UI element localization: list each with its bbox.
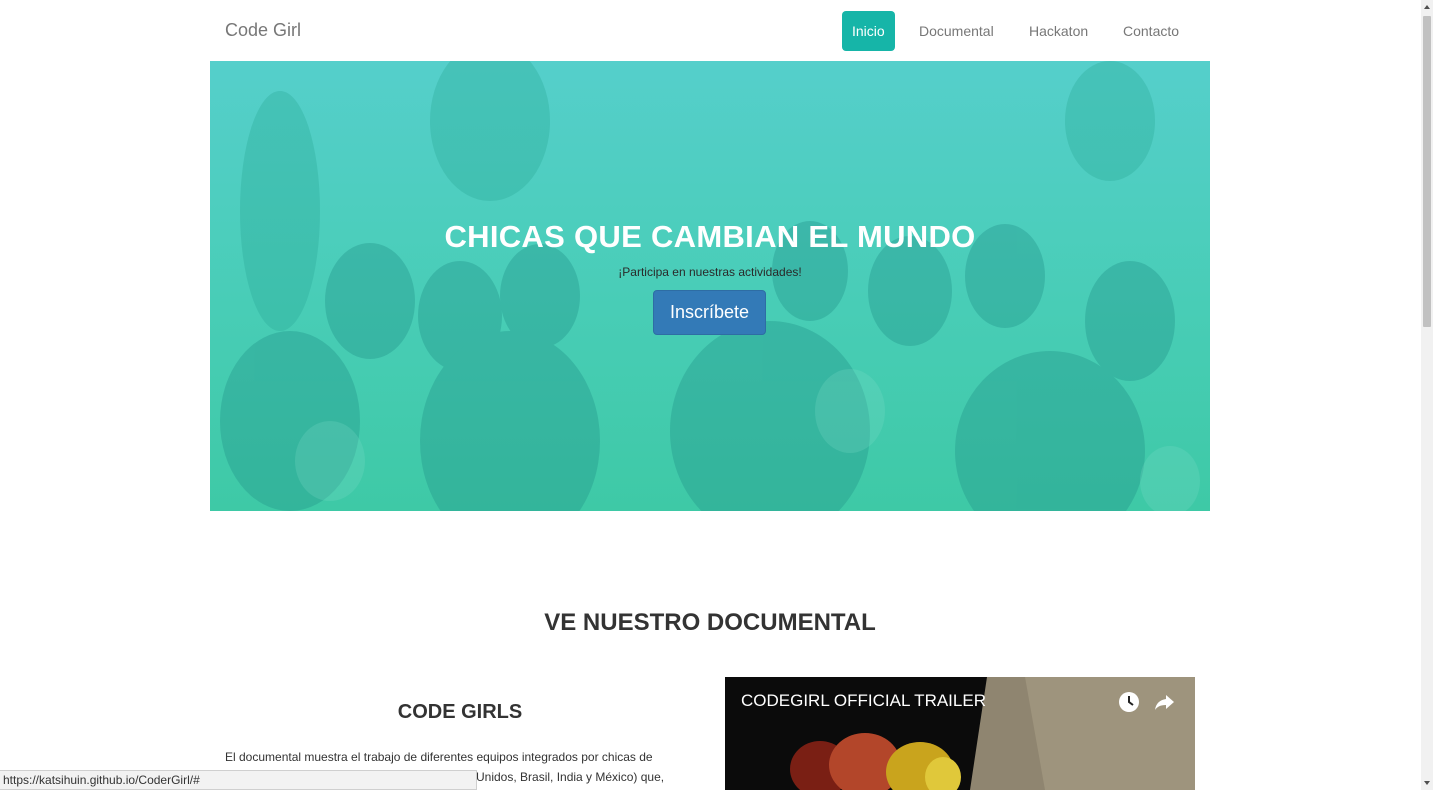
share-icon[interactable]: [1153, 691, 1175, 713]
documentary-text-line-1: El documental muestra el trabajo de dife…: [225, 750, 653, 764]
status-bar-url: https://katsihuin.github.io/CoderGirl/#: [0, 770, 477, 790]
scroll-up-arrow-icon[interactable]: [1421, 0, 1433, 14]
page: Code Girl Inicio Documental Hackaton Con…: [0, 0, 1421, 790]
nav-item-hackaton[interactable]: Hackaton: [1019, 11, 1098, 51]
hero-title: CHICAS QUE CAMBIAN EL MUNDO: [444, 219, 976, 254]
video-player[interactable]: CODEGIRL OFFICIAL TRAILER: [725, 677, 1195, 790]
brand-link[interactable]: Code Girl: [225, 20, 301, 41]
hero-banner: CHICAS QUE CAMBIAN EL MUNDO ¡Participa e…: [210, 61, 1210, 511]
nav-item-inicio[interactable]: Inicio: [842, 11, 895, 51]
documentary-heading: CODE GIRLS: [397, 701, 523, 723]
hero-background-image: [220, 61, 1200, 511]
nav-item-contacto[interactable]: Contacto: [1113, 11, 1189, 51]
nav-item-documental[interactable]: Documental: [909, 11, 1004, 51]
vertical-scrollbar[interactable]: [1421, 0, 1433, 790]
hero-subtitle: ¡Participa en nuestras actividades!: [618, 265, 802, 279]
clock-icon[interactable]: [1118, 691, 1140, 713]
signup-button[interactable]: Inscríbete: [653, 290, 766, 335]
navbar: Code Girl Inicio Documental Hackaton Con…: [210, 0, 1210, 61]
video-title: CODEGIRL OFFICIAL TRAILER: [741, 691, 986, 710]
scroll-down-arrow-icon[interactable]: [1421, 776, 1433, 790]
scrollbar-thumb[interactable]: [1423, 16, 1431, 327]
documentary-section-title: VE NUESTRO DOCUMENTAL: [544, 609, 876, 636]
